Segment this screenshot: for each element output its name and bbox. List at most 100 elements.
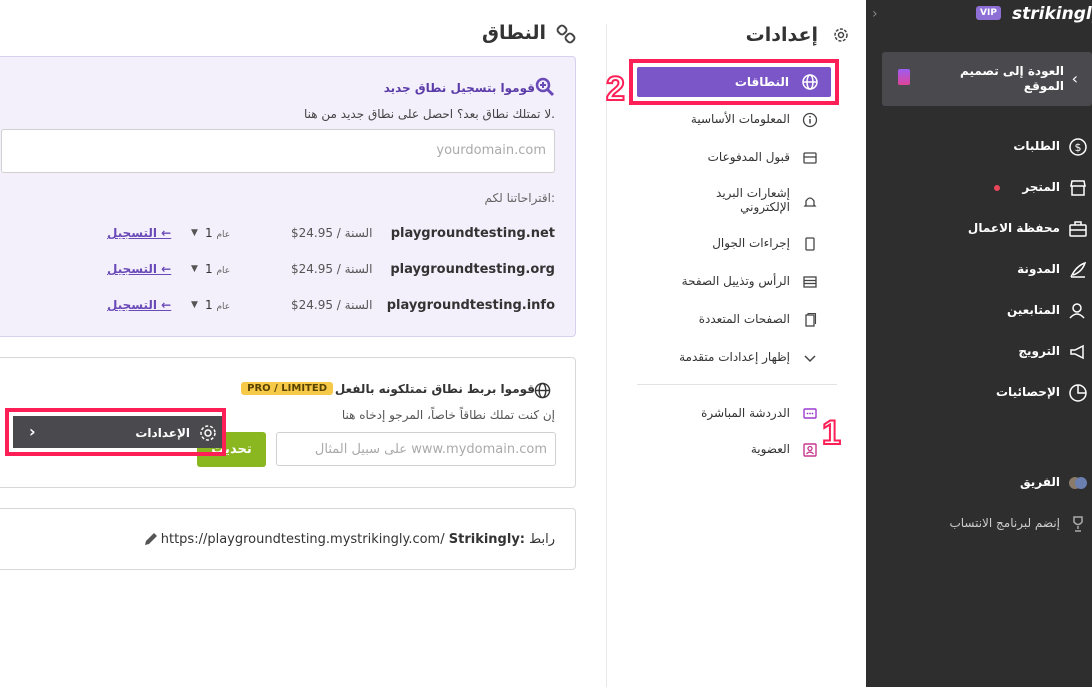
- nav-item-label: إشعارات البريد الإلكتروني: [716, 186, 790, 214]
- sidebar-item-label: محفظة الاعمال: [967, 221, 1060, 235]
- domain-suggestion-row: playgroundtesting.info $24.95 / السنة 1 …: [1, 297, 555, 317]
- globe-icon: [802, 74, 818, 90]
- nav-item-basic-info[interactable]: المعلومات الأساسية: [618, 112, 818, 128]
- sidebar-item-stats[interactable]: الإحصائيات: [866, 382, 1092, 404]
- sidebar-item-followers[interactable]: المتابعين: [866, 300, 1092, 322]
- gear-icon: [200, 425, 216, 441]
- layout-icon: [803, 276, 817, 288]
- sidebar-item-label: الإحصائيات: [996, 385, 1060, 399]
- caret-down-icon[interactable]: ▼: [191, 300, 198, 310]
- year-select[interactable]: 1 عام: [205, 226, 230, 240]
- back-to-editor-button[interactable]: ‹ العودة إلى تصميم الموقع: [882, 52, 1092, 106]
- year-count: 1: [205, 226, 213, 240]
- nav-item-label: العضوية: [750, 442, 790, 456]
- domain-name: playgroundtesting.info: [386, 298, 555, 313]
- sidebar-item-team[interactable]: الفريق: [866, 472, 1092, 494]
- brand: VIP strikingly: [976, 4, 1092, 26]
- step-2-annotation: 2: [605, 69, 626, 109]
- sidebar-item-label: الفريق: [1019, 475, 1060, 489]
- sidebar-item-label: المدونة: [1017, 262, 1060, 276]
- notification-dot: [994, 185, 1000, 191]
- nav-item-mobile-actions[interactable]: إجراءات الجوال: [618, 236, 818, 252]
- logo: strikingly: [1012, 4, 1092, 24]
- caret-down-icon[interactable]: ▼: [191, 264, 198, 274]
- domain-price: $24.95 / السنة: [291, 226, 373, 240]
- pencil-icon[interactable]: [143, 531, 159, 547]
- domain-search-input[interactable]: yourdomain.com: [1, 129, 555, 173]
- nav-item-domains[interactable]: النطاقات: [629, 59, 839, 105]
- year-select[interactable]: 1 عام: [205, 298, 230, 312]
- sidebar-item-store[interactable]: المتجر: [866, 177, 1092, 199]
- sidebar: › VIP strikingly ‹ العودة إلى تصميم المو…: [866, 0, 1092, 687]
- url-prefix: رابط: [529, 532, 555, 547]
- chevron-down-icon: [804, 355, 816, 363]
- vip-badge: VIP: [976, 6, 1001, 20]
- sidebar-item-portfolio[interactable]: محفظة الاعمال: [866, 218, 1092, 240]
- nav-item-label: الصفحات المتعددة: [698, 312, 790, 326]
- url-brand: Strikingly:: [448, 532, 525, 547]
- nav-item-membership[interactable]: العضوية: [618, 442, 818, 458]
- nav-item-email-notifications[interactable]: إشعارات البريد الإلكتروني: [618, 186, 818, 218]
- domain-price: $24.95 / السنة: [291, 298, 373, 312]
- site-url-text: https://playgroundtesting.mystrikingly.c…: [161, 532, 555, 547]
- year-count: 1: [205, 262, 213, 276]
- register-link[interactable]: التسجيل ←: [107, 262, 171, 276]
- sidebar-item-settings[interactable]: › الإعدادات: [5, 408, 226, 456]
- megaphone-icon: [1068, 342, 1088, 362]
- register-link[interactable]: التسجيل ←: [107, 226, 171, 240]
- nav-item-header-footer[interactable]: الرأس وتذييل الصفحة: [618, 274, 818, 290]
- register-subtitle: لا تمتلك نطاق بعد؟ احصل على نطاق جديد من…: [304, 107, 555, 121]
- year-unit: عام: [216, 266, 231, 276]
- nav-item-label: إجراءات الجوال: [712, 236, 790, 250]
- pie-chart-icon: [1068, 383, 1088, 403]
- settings-nav: إعدادات النطاقات المعلومات الأساسية قبول…: [606, 24, 866, 687]
- nav-item-label: الرأس وتذييل الصفحة: [681, 274, 790, 288]
- nav-item-show-advanced[interactable]: إظهار إعدادات متقدمة: [618, 350, 818, 366]
- custom-domain-placeholder: على سبيل المثال www.mydomain.com: [314, 442, 547, 457]
- register-title: قوموا بتسجيل نطاق جديد: [383, 81, 535, 95]
- domain-suggestion-row: playgroundtesting.org $24.95 / السنة 1 ع…: [1, 261, 555, 281]
- domain-suggestion-row: playgroundtesting.net $24.95 / السنة 1 ع…: [1, 225, 555, 245]
- chevron-left-icon: ‹: [1071, 69, 1078, 88]
- card-icon: [803, 152, 817, 164]
- sidebar-item-label: الترويج: [1018, 344, 1060, 358]
- nav-item-label: قبول المدفوعات: [707, 150, 790, 164]
- sidebar-item-affiliate[interactable]: إنضم لبرنامج الانتساب: [866, 513, 1092, 535]
- bell-icon: [803, 197, 817, 207]
- caret-down-icon[interactable]: ▼: [191, 228, 198, 238]
- custom-domain-input[interactable]: على سبيل المثال www.mydomain.com: [276, 432, 556, 466]
- globe-icon: [534, 382, 551, 399]
- briefcase-icon: [1068, 219, 1088, 239]
- strikingly-url-card: https://playgroundtesting.mystrikingly.c…: [0, 508, 576, 570]
- connect-title: قوموا بربط نطاق تمتلكونه بالفعل: [334, 382, 535, 396]
- nav-item-payments[interactable]: قبول المدفوعات: [618, 150, 818, 166]
- nav-divider: [637, 384, 837, 385]
- nav-item-multiple-pages[interactable]: الصفحات المتعددة: [618, 312, 818, 328]
- year-select[interactable]: 1 عام: [205, 262, 230, 276]
- sidebar-item-label: الطلبات: [1013, 139, 1060, 153]
- team-avatars-icon: [1068, 473, 1088, 493]
- connect-subtitle: إن كنت تملك نطاقاً خاصاً، المرجو إدخاه ه…: [341, 408, 555, 422]
- back-label: العودة إلى تصميم الموقع: [960, 64, 1064, 93]
- gear-icon: [834, 28, 848, 42]
- domain-price: $24.95 / السنة: [291, 262, 373, 276]
- settings-title: إعدادات: [745, 24, 818, 46]
- trophy-icon: [1068, 514, 1088, 534]
- sidebar-item-promotion[interactable]: الترويج: [866, 341, 1092, 363]
- nav-item-live-chat[interactable]: الدردشة المباشرة: [618, 406, 818, 422]
- nav-item-label: المعلومات الأساسية: [690, 112, 790, 126]
- info-icon: [802, 112, 818, 128]
- domain-name: playgroundtesting.net: [390, 226, 555, 241]
- sidebar-item-orders[interactable]: الطلبات $: [866, 136, 1092, 158]
- sidebar-item-label: المتابعين: [1006, 303, 1060, 317]
- sidebar-item-blog[interactable]: المدونة: [866, 259, 1092, 281]
- member-icon: [803, 443, 817, 457]
- nav-item-label: إظهار إعدادات متقدمة: [679, 350, 790, 364]
- collapse-sidebar-icon[interactable]: ›: [872, 6, 878, 22]
- mobile-icon: [805, 237, 815, 251]
- search-plus-icon: [535, 77, 555, 97]
- nav-item-label: الدردشة المباشرة: [701, 406, 790, 420]
- pro-badge: PRO / LIMITED: [241, 382, 333, 395]
- register-link[interactable]: التسجيل ←: [107, 298, 171, 312]
- sidebar-item-label: الإعدادات: [135, 426, 190, 440]
